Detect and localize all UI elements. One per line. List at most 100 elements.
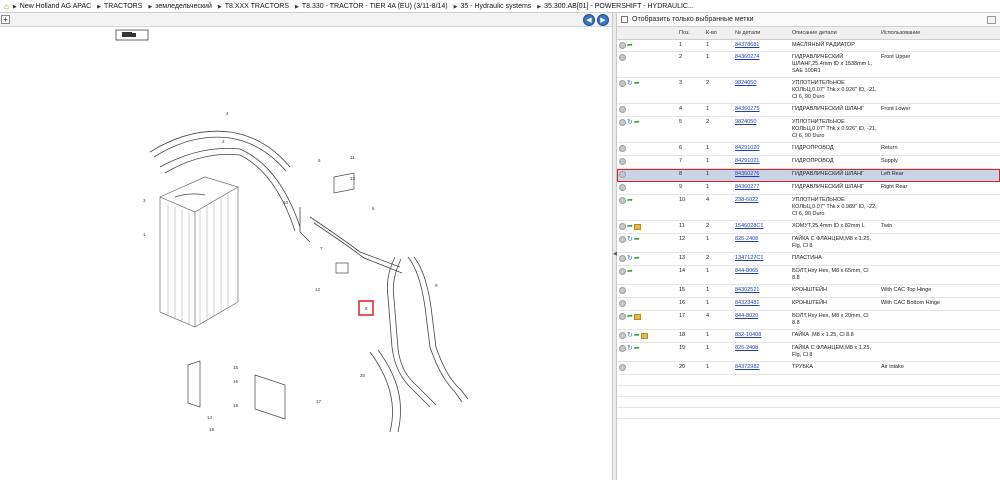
- table-row[interactable]: ➦ 14 1 844-8065 БОЛТ,Hxy Hex, M8 x 65mm, Cl …: [617, 265, 1000, 286]
- header-description[interactable]: Описание детали: [790, 27, 879, 40]
- table-row[interactable]: 2 1 84360274 ГИДРАВЛИЧЕСКИЙ ШЛАНГ,25.4mm ID…: [617, 51, 1000, 79]
- table-row[interactable]: ➦ 11 2 1546028C1 ХОМУТ,25.4mm ID x 82mm L Twi…: [617, 220, 1000, 235]
- add-to-cart-icon[interactable]: [619, 223, 626, 231]
- row-part-number-link[interactable]: 844-8065: [735, 268, 758, 274]
- table-row[interactable]: 7 1 84291021 ГИДРОПРОВОД Supply: [617, 155, 1000, 170]
- row-part-number-link[interactable]: 1546028C1: [735, 223, 763, 229]
- table-row[interactable]: ↻➦ 12 1 825-2408 ГАЙКА С ФЛАНЦЕМ,M8 x 1.25, …: [617, 233, 1000, 254]
- add-to-cart-icon[interactable]: [619, 158, 626, 166]
- prev-button[interactable]: ◀: [583, 14, 595, 26]
- breadcrumb-item[interactable]: 35.300.AB[01] - POWERSHIFT - HYDRAULIC..…: [537, 3, 694, 10]
- row-part-number-link[interactable]: 84323481: [735, 300, 759, 306]
- forward-arrow-icon[interactable]: ➦: [634, 345, 640, 352]
- row-part-number-link[interactable]: 1347127C1: [735, 255, 763, 261]
- breadcrumb-item[interactable]: T8.XXX TRACTORS: [218, 3, 289, 10]
- row-part-number-link[interactable]: 84360275: [735, 106, 759, 112]
- table-row[interactable]: ↻➦ 19 1 825-2408 ГАЙКА С ФЛАНЦЕМ,M8 x 1.25, …: [617, 342, 1000, 362]
- table-row[interactable]: 4 1 84360275 ГИДРАВЛИЧЕСКИЙ ШЛАНГ Front Lowe…: [617, 103, 1000, 118]
- add-to-cart-icon[interactable]: [619, 300, 626, 308]
- add-to-cart-icon[interactable]: [619, 184, 626, 192]
- header-part-number[interactable]: № детали: [733, 27, 790, 40]
- forward-arrow-icon[interactable]: ➦: [634, 80, 640, 87]
- kit-box-icon[interactable]: [640, 332, 648, 339]
- forward-arrow-icon[interactable]: ➦: [627, 223, 633, 230]
- add-to-cart-icon[interactable]: [619, 54, 626, 62]
- add-to-cart-icon[interactable]: [619, 106, 626, 114]
- table-row[interactable]: ↻➦ 3 2 9824050 УПЛОТНИТЕЛЬНОЕ КОЛЬЦ,0.07" Th…: [617, 77, 1000, 105]
- table-row[interactable]: ➦ 17 4 844-8020 БОЛТ,Hxy Hex, M8 x 20mm, Cl …: [617, 310, 1000, 331]
- add-to-cart-icon[interactable]: [619, 363, 626, 371]
- row-part-number-link[interactable]: 84378681: [735, 42, 759, 48]
- refresh-note-icon[interactable]: ↻: [627, 119, 633, 126]
- table-row[interactable]: 8 1 84360276 ГИДРАВЛИЧЕСКИЙ ШЛАНГ Left Rear: [617, 168, 1000, 183]
- table-row[interactable]: 20 1 84372982 ТРУБКА Air intake: [617, 361, 1000, 375]
- row-part-number-link[interactable]: 84302521: [735, 287, 759, 293]
- table-row[interactable]: 15 1 84302521 КРОНШТЕЙН With CAC Top Hinge: [617, 284, 1000, 299]
- table-row[interactable]: 9 1 84360277 ГИДРАВЛИЧЕСКИЙ ШЛАНГ Right Rear: [617, 181, 1000, 196]
- table-row[interactable]: ↻➦ 5 2 9824050 УПЛОТНИТЕЛЬНОЕ КОЛЬЦ,0.07" Th…: [617, 116, 1000, 144]
- refresh-note-icon[interactable]: ↻: [627, 255, 633, 262]
- add-to-cart-icon[interactable]: [619, 332, 626, 340]
- show-selected-checkbox[interactable]: [621, 16, 628, 23]
- row-part-number-link[interactable]: 9824050: [735, 80, 756, 86]
- next-button[interactable]: ▶: [597, 14, 609, 26]
- header-usage[interactable]: Использование: [879, 27, 1000, 40]
- parts-diagram[interactable]: 1 2 3 4 5 6 7 8 9 10 11 12 13 14 15 16 1…: [0, 27, 612, 480]
- expand-button[interactable]: +: [1, 15, 10, 24]
- row-part-number-link[interactable]: 84360274: [735, 54, 759, 60]
- forward-arrow-icon[interactable]: ➦: [627, 197, 633, 204]
- add-to-cart-icon[interactable]: [619, 255, 626, 263]
- kit-box-icon[interactable]: [633, 313, 641, 320]
- breadcrumb-item[interactable]: New Holland AG APAC: [13, 3, 91, 10]
- add-to-cart-icon[interactable]: [619, 344, 626, 352]
- add-to-cart-icon[interactable]: [619, 268, 626, 276]
- add-to-cart-icon[interactable]: [619, 313, 626, 321]
- add-to-cart-icon[interactable]: [619, 145, 626, 153]
- add-to-cart-icon[interactable]: [619, 287, 626, 295]
- row-part-number-link[interactable]: 844-8020: [735, 313, 758, 319]
- add-to-cart-icon[interactable]: [619, 236, 626, 244]
- home-icon[interactable]: ⌂: [4, 2, 9, 11]
- add-to-cart-icon[interactable]: [619, 119, 626, 127]
- row-part-number-link[interactable]: 825-2408: [735, 345, 758, 351]
- forward-arrow-icon[interactable]: ➦: [627, 268, 633, 275]
- row-part-number-link[interactable]: 84291020: [735, 145, 759, 151]
- table-row[interactable]: ➦ 10 4 238-6022 УПЛОТНИТЕЛЬНОЕ КОЛЬЦ,0.07" T…: [617, 194, 1000, 222]
- row-part-number-link[interactable]: 9824050: [735, 119, 756, 125]
- refresh-note-icon[interactable]: ↻: [627, 80, 633, 87]
- breadcrumb-item[interactable]: TRACTORS: [97, 3, 142, 10]
- header-pos[interactable]: Поз.: [677, 27, 704, 40]
- add-to-cart-icon[interactable]: [619, 197, 626, 205]
- forward-arrow-icon[interactable]: ➦: [634, 236, 640, 243]
- row-part-number-link[interactable]: 84372982: [735, 364, 759, 370]
- table-row[interactable]: 6 1 84291020 ГИДРОПРОВОД Return: [617, 142, 1000, 157]
- row-part-number-link[interactable]: 84360276: [735, 171, 759, 177]
- row-part-number-link[interactable]: 825-2408: [735, 236, 758, 242]
- row-part-number-link[interactable]: 832-10408: [735, 332, 761, 338]
- table-row[interactable]: 16 1 84323481 КРОНШТЕЙН With CAC Bottom Hing…: [617, 297, 1000, 312]
- refresh-note-icon[interactable]: ↻: [627, 236, 633, 243]
- forward-arrow-icon[interactable]: ➦: [627, 313, 633, 320]
- add-to-cart-icon[interactable]: [619, 80, 626, 88]
- row-icons: ➦: [617, 265, 677, 286]
- row-part-number-link[interactable]: 84360277: [735, 184, 759, 190]
- header-qty[interactable]: К-во: [704, 27, 733, 40]
- add-to-cart-icon[interactable]: [619, 41, 626, 49]
- table-row[interactable]: ↻➦ 18 1 832-10408 ГАЙКА ,M8 x 1.25, Cl 8.8: [617, 329, 1000, 343]
- refresh-note-icon[interactable]: ↻: [627, 332, 633, 339]
- forward-arrow-icon[interactable]: ➦: [634, 255, 640, 262]
- breadcrumb-item[interactable]: земледельческий: [148, 3, 212, 10]
- forward-arrow-icon[interactable]: ➦: [627, 42, 633, 49]
- forward-arrow-icon[interactable]: ➦: [634, 332, 640, 339]
- table-row[interactable]: ➦ 1 1 84378681 МАСЛЯНЫЙ РАДИАТОР: [617, 39, 1000, 53]
- breadcrumb-item[interactable]: T8.330 - TRACTOR - TIER 4A (EU) (3/11-8/…: [295, 3, 448, 10]
- kit-box-icon[interactable]: [633, 223, 641, 230]
- table-row[interactable]: ↻➦ 13 2 1347127C1 ПЛАСТИНА: [617, 252, 1000, 267]
- refresh-note-icon[interactable]: ↻: [627, 345, 633, 352]
- row-part-number-link[interactable]: 238-6022: [735, 197, 758, 203]
- row-part-number-link[interactable]: 84291021: [735, 158, 759, 164]
- breadcrumb-item[interactable]: 35 - Hydraulic systems: [454, 3, 532, 10]
- forward-arrow-icon[interactable]: ➦: [634, 119, 640, 126]
- export-icon[interactable]: [987, 15, 996, 24]
- add-to-cart-icon[interactable]: [619, 171, 626, 179]
